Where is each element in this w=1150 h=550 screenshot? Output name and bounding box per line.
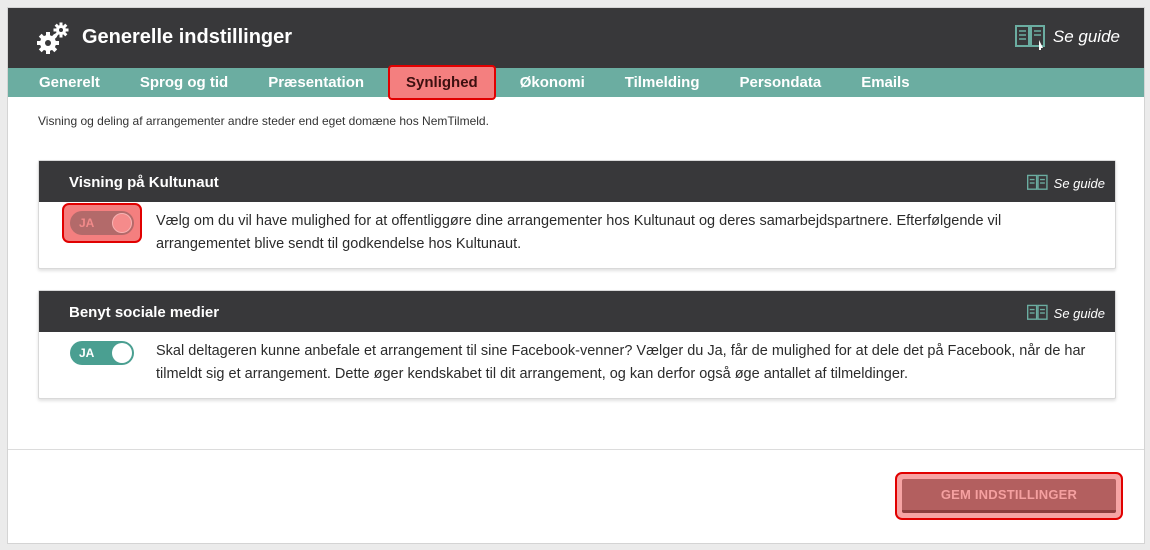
footer-divider — [8, 449, 1144, 450]
tab-sprog-og-tid[interactable]: Sprog og tid — [120, 68, 248, 97]
toggle-label: JA — [79, 346, 95, 360]
top-bar: Generelle indstillinger Se guide — [8, 8, 1144, 68]
kultunaut-toggle[interactable]: JA — [70, 211, 134, 235]
header-guide-label: Se guide — [1052, 27, 1120, 46]
card-social-media: Benyt sociale medier Se guide JA Skal de… — [38, 290, 1116, 399]
save-settings-button[interactable]: GEM INDSTILLINGER — [902, 479, 1116, 513]
tab-synlighed[interactable]: Synlighed — [388, 65, 496, 100]
card-guide-link[interactable]: Se guide — [1026, 174, 1105, 192]
intro-text: Visning og deling af arrangementer andre… — [38, 114, 489, 128]
card-header: Visning på Kultunaut Se guide — [39, 161, 1115, 202]
toggle-label: JA — [79, 216, 95, 230]
card-guide-label: Se guide — [1053, 305, 1105, 321]
save-highlight: GEM INDSTILLINGER — [895, 472, 1123, 520]
tab-bar: Generelt Sprog og tid Præsentation Synli… — [8, 65, 1144, 100]
card-guide-link[interactable]: Se guide — [1026, 304, 1105, 322]
card-body: JA Vælg om du vil have mulighed for at o… — [39, 202, 1115, 268]
toggle-knob — [112, 213, 132, 233]
book-guide-icon — [1026, 304, 1048, 320]
card-body: JA Skal deltageren kunne anbefale et arr… — [39, 332, 1115, 398]
book-guide-icon — [1014, 25, 1045, 50]
page-title: Generelle indstillinger — [82, 26, 293, 48]
card-description: Vælg om du vil have mulighed for at offe… — [156, 213, 1002, 252]
tab-okonomi[interactable]: Økonomi — [500, 68, 605, 97]
tab-generelt[interactable]: Generelt — [19, 68, 120, 97]
tab-emails[interactable]: Emails — [841, 68, 929, 97]
header-guide-link[interactable]: Se guide — [1014, 24, 1120, 50]
card-title: Visning på Kultunaut — [69, 174, 219, 191]
tab-persondata[interactable]: Persondata — [719, 68, 841, 97]
settings-window: Generelle indstillinger Se guide Generel… — [7, 7, 1145, 544]
card-guide-label: Se guide — [1053, 175, 1105, 191]
toggle-knob — [112, 343, 132, 363]
card-description: Skal deltageren kunne anbefale et arrang… — [156, 343, 1086, 382]
card-kultunaut: Visning på Kultunaut Se guide JA Vælg om — [38, 160, 1116, 269]
social-media-toggle[interactable]: JA — [70, 341, 134, 365]
tab-tilmelding[interactable]: Tilmelding — [605, 68, 720, 97]
book-guide-icon — [1026, 174, 1048, 190]
card-title: Benyt sociale medier — [69, 304, 220, 321]
gears-icon — [37, 22, 69, 54]
card-header: Benyt sociale medier Se guide — [39, 291, 1115, 332]
tab-praesentation[interactable]: Præsentation — [248, 68, 384, 97]
